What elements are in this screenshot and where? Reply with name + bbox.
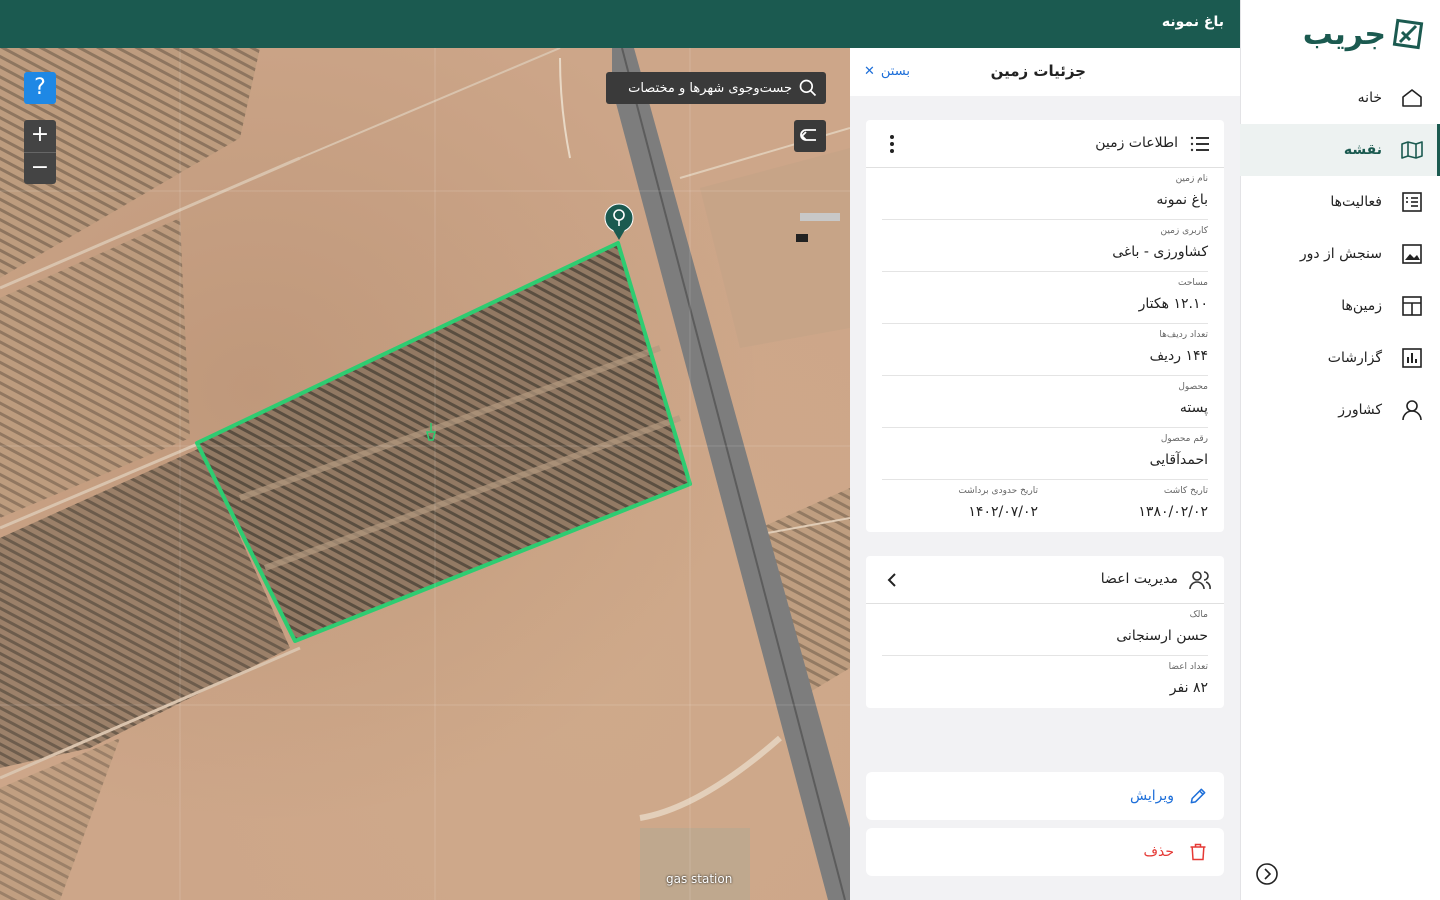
delete-label: حذف	[1143, 844, 1174, 860]
map-search-input[interactable]: جست‌وجوی شهرها و مختصات	[606, 72, 826, 104]
close-button[interactable]: ✕ بستن	[864, 64, 910, 79]
edit-label: ویرایش	[1129, 788, 1174, 804]
field-row-count: تعداد ردیف‌ها ۱۴۴ ردیف	[882, 324, 1208, 376]
field-area: مساحت ۱۲.۱۰ هکتار	[882, 272, 1208, 324]
page-title: باغ نمونه	[1161, 14, 1224, 30]
users-icon	[1189, 571, 1211, 590]
return-icon	[800, 129, 816, 141]
home-icon	[1402, 89, 1422, 107]
sidebar-item-reports[interactable]: گزارشات	[1240, 332, 1440, 384]
bar-chart-icon	[1402, 348, 1422, 368]
back-button[interactable]	[794, 120, 826, 152]
map-icon	[1401, 141, 1423, 159]
map-view[interactable]: ? + − جست‌وجوی شهرها و مختصات gas statio…	[0, 48, 850, 900]
chevron-left-icon[interactable]	[882, 568, 902, 592]
panel-header: جزئیات زمین ✕ بستن	[850, 48, 1240, 96]
delete-button[interactable]: حذف	[866, 828, 1224, 876]
land-info-header: اطلاعات زمین	[866, 120, 1224, 168]
top-bar: باغ نمونه	[0, 0, 1240, 48]
panel-title: جزئیات زمین	[990, 62, 1086, 80]
sidebar-item-remote-sensing[interactable]: سنجش از دور	[1240, 228, 1440, 280]
edit-button[interactable]: ویرایش	[866, 772, 1224, 820]
sidebar-item-activities[interactable]: فعالیت‌ها	[1240, 176, 1440, 228]
search-placeholder: جست‌وجوی شهرها و مختصات	[628, 80, 792, 96]
members-card: مدیریت اعضا مالک حسن ارسنجانی تعداد اعضا…	[866, 556, 1224, 708]
field-land-use: کاربری زمین کشاورزی - باغی	[882, 220, 1208, 272]
app-logo[interactable]: جریب	[1303, 12, 1424, 56]
land-details-panel: جزئیات زمین ✕ بستن اطلاعات زمین نام زمین…	[850, 48, 1240, 900]
field-crop: محصول پسته	[882, 376, 1208, 428]
collapse-sidebar-button[interactable]	[1255, 862, 1279, 886]
members-header[interactable]: مدیریت اعضا	[866, 556, 1224, 604]
field-dates: تاریخ کاشت ۱۳۸۰/۰۲/۰۲ تاریخ حدودی برداشت…	[882, 480, 1208, 532]
field-harvest-date: تاریخ حدودی برداشت ۱۴۰۲/۰۷/۰۲	[958, 486, 1038, 520]
layout-icon	[1402, 296, 1422, 316]
more-vertical-icon[interactable]	[882, 132, 902, 156]
sidebar-item-map[interactable]: نقشه	[1240, 124, 1440, 176]
close-label: بستن	[880, 64, 910, 79]
logo-text: جریب	[1302, 16, 1386, 52]
field-member-count: تعداد اعضا ۸۲ نفر	[1168, 662, 1208, 696]
image-icon	[1402, 244, 1422, 264]
help-button[interactable]: ?	[24, 72, 56, 104]
zoom-in-button[interactable]: +	[24, 120, 56, 152]
trash-icon	[1190, 843, 1206, 861]
sidebar-item-lands[interactable]: زمین‌ها	[1240, 280, 1440, 332]
land-info-title: اطلاعات زمین	[1095, 135, 1178, 151]
sidebar-nav: خانه نقشه فعالیت‌ها	[1240, 72, 1440, 436]
field-planting-date: تاریخ کاشت ۱۳۸۰/۰۲/۰۲	[1138, 486, 1208, 520]
zoom-control: + −	[24, 120, 56, 184]
field-land-name: نام زمین باغ نمونه	[882, 168, 1208, 220]
list-icon	[1190, 136, 1209, 152]
zoom-out-button[interactable]: −	[24, 152, 56, 184]
gas-station-label: gas station	[666, 872, 733, 886]
sidebar-item-farmer[interactable]: کشاورز	[1240, 384, 1440, 436]
field-crop-variety: رقم محصول احمدآقایی	[882, 428, 1208, 480]
search-icon	[799, 79, 817, 97]
field-owner: مالک حسن ارسنجانی	[882, 604, 1208, 656]
sidebar: جریب خانه نقشه فعال	[1240, 0, 1440, 900]
satellite-imagery	[0, 48, 850, 900]
members-title: مدیریت اعضا	[1100, 571, 1178, 587]
logo-icon	[1392, 18, 1424, 50]
user-icon	[1402, 400, 1422, 421]
land-info-card: اطلاعات زمین نام زمین باغ نمونه کاربری ز…	[866, 120, 1224, 532]
activities-icon	[1402, 192, 1422, 212]
land-marker-icon[interactable]	[604, 203, 634, 240]
sidebar-item-home[interactable]: خانه	[1240, 72, 1440, 124]
close-icon: ✕	[864, 64, 875, 79]
pencil-icon	[1190, 788, 1206, 804]
